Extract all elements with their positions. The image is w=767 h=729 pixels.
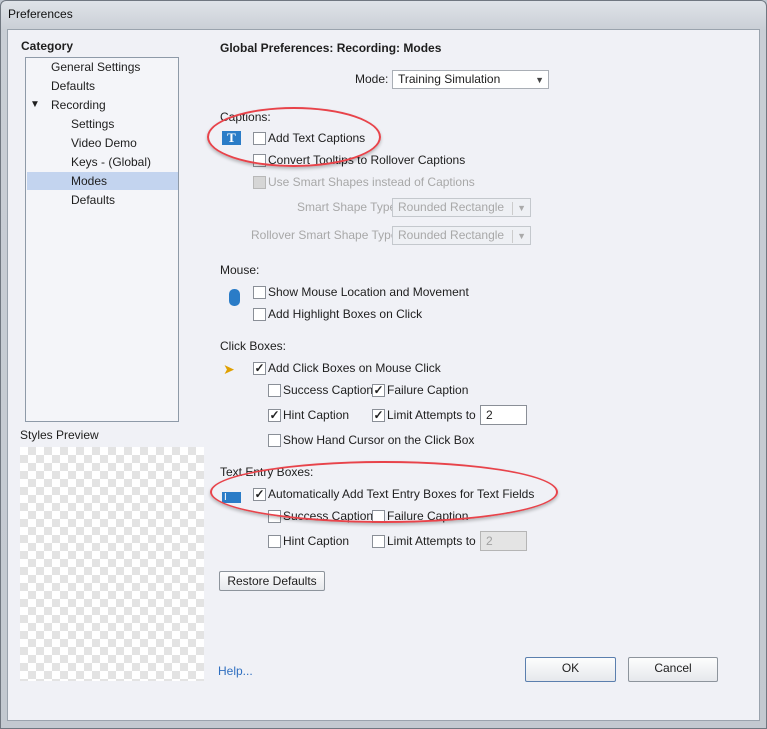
click-hint-caption-checkbox[interactable]: ✓ xyxy=(268,409,281,422)
click-failure-caption-checkbox[interactable]: ✓ xyxy=(372,384,385,397)
te-limit-attempts-checkbox[interactable] xyxy=(372,535,385,548)
tree-item-recording[interactable]: Recording xyxy=(51,98,106,112)
tree-item-general-settings[interactable]: General Settings xyxy=(51,60,140,74)
ok-button[interactable]: OK xyxy=(525,657,616,682)
category-tree: General Settings Defaults ▼ Recording Se… xyxy=(25,57,179,422)
hand-cursor-label: Show Hand Cursor on the Click Box xyxy=(283,433,475,447)
hand-cursor-checkbox[interactable] xyxy=(268,434,281,447)
tree-item-recording-defaults[interactable]: Defaults xyxy=(71,193,115,207)
use-smart-shapes-checkbox[interactable] xyxy=(253,176,266,189)
tree-item-video-demo[interactable]: Video Demo xyxy=(71,136,137,150)
click-success-caption-label: Success Caption xyxy=(283,383,374,397)
rollover-smart-shape-type-value: Rounded Rectangle xyxy=(398,228,505,242)
add-click-boxes-label: Add Click Boxes on Mouse Click xyxy=(268,361,441,375)
mode-value: Training Simulation xyxy=(398,72,501,86)
click-failure-caption-label: Failure Caption xyxy=(387,383,469,397)
click-limit-attempts-input[interactable]: 2 xyxy=(480,405,527,425)
te-limit-attempts-label: Limit Attempts to xyxy=(387,534,476,548)
page-title: Global Preferences: Recording: Modes xyxy=(220,41,442,55)
click-success-caption-checkbox[interactable] xyxy=(268,384,281,397)
chevron-down-icon: ▼ xyxy=(512,202,526,215)
show-mouse-label: Show Mouse Location and Movement xyxy=(268,285,469,299)
expand-triangle-icon[interactable]: ▼ xyxy=(30,98,40,112)
highlight-boxes-label: Add Highlight Boxes on Click xyxy=(268,307,423,321)
smart-shape-type-select[interactable]: Rounded Rectangle ▼ xyxy=(392,198,531,217)
show-mouse-checkbox[interactable] xyxy=(253,286,266,299)
tree-item-settings[interactable]: Settings xyxy=(71,117,114,131)
tree-item-defaults[interactable]: Defaults xyxy=(51,79,95,93)
tree-item-modes[interactable]: Modes xyxy=(71,174,107,188)
help-link[interactable]: Help... xyxy=(218,664,253,678)
te-hint-caption-label: Hint Caption xyxy=(283,534,350,548)
add-click-boxes-checkbox[interactable]: ✓ xyxy=(253,362,266,375)
styles-preview-label: Styles Preview xyxy=(20,428,99,442)
click-limit-attempts-checkbox[interactable]: ✓ xyxy=(372,409,385,422)
highlight-ellipse-text-entry xyxy=(210,461,558,523)
chevron-down-icon: ▼ xyxy=(512,230,526,243)
mode-select[interactable]: Training Simulation ▼ xyxy=(392,70,549,89)
cancel-button[interactable]: Cancel xyxy=(628,657,718,682)
highlight-boxes-checkbox[interactable] xyxy=(253,308,266,321)
restore-defaults-button[interactable]: Restore Defaults xyxy=(219,571,325,591)
click-cursor-icon: ➤ xyxy=(223,361,235,377)
rollover-smart-shape-type-label: Rollover Smart Shape Type xyxy=(251,228,398,242)
click-hint-caption-label: Hint Caption xyxy=(283,408,350,422)
use-smart-shapes-label: Use Smart Shapes instead of Captions xyxy=(268,175,475,189)
te-hint-caption-checkbox[interactable] xyxy=(268,535,281,548)
click-boxes-label: Click Boxes: xyxy=(220,339,287,353)
rollover-smart-shape-type-select[interactable]: Rounded Rectangle ▼ xyxy=(392,226,531,245)
highlight-ellipse-captions xyxy=(207,107,381,167)
mouse-label: Mouse: xyxy=(220,263,260,277)
chevron-down-icon: ▼ xyxy=(535,75,544,85)
styles-preview xyxy=(20,447,204,681)
category-heading: Category xyxy=(21,39,74,53)
smart-shape-type-value: Rounded Rectangle xyxy=(398,200,505,214)
window-title: Preferences xyxy=(8,7,73,21)
smart-shape-type-label: Smart Shape Type xyxy=(297,200,397,214)
click-limit-attempts-label: Limit Attempts to xyxy=(387,408,476,422)
mode-label: Mode: xyxy=(355,72,389,86)
tree-item-keys-global[interactable]: Keys - (Global) xyxy=(71,155,151,169)
te-limit-attempts-input[interactable]: 2 xyxy=(480,531,527,551)
mouse-icon xyxy=(229,289,240,306)
